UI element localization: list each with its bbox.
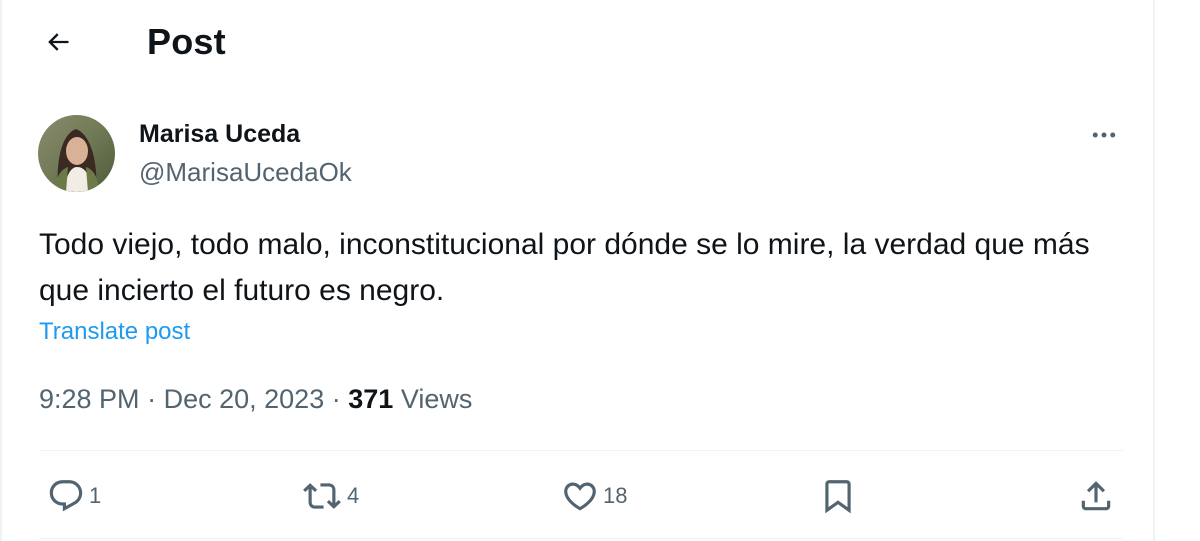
post-time[interactable]: 9:28 PM [39,384,140,414]
reply-icon [47,477,85,515]
more-options-button[interactable] [1082,118,1126,152]
repost-count: 4 [347,483,360,508]
meta-separator: · [147,384,157,414]
action-bar: 1 4 18 [39,468,1123,524]
like-button[interactable]: 18 [561,468,627,524]
author-name[interactable]: Marisa Uceda [139,118,300,150]
divider [39,538,1123,539]
reply-count: 1 [89,483,102,508]
repost-button[interactable]: 4 [301,468,359,524]
back-button[interactable] [36,22,80,62]
more-horizontal-icon [1089,120,1119,150]
bookmark-button[interactable] [819,468,857,524]
arrow-left-icon [44,28,72,56]
share-button[interactable] [1077,468,1115,524]
divider [39,450,1123,451]
avatar[interactable] [38,115,115,192]
page-header: Post [0,0,1150,86]
post-text: Todo viejo, todo malo, inconstitucional … [39,228,1090,307]
author-handle[interactable]: @MarisaUcedaOk [139,156,352,188]
heart-icon [561,477,599,515]
bookmark-icon [819,477,857,515]
like-count: 18 [603,483,628,508]
post-metadata: 9:28 PM · Dec 20, 2023 · 371 Views [39,381,472,417]
translate-post-link[interactable]: Translate post [39,316,190,348]
views-label: Views [400,384,473,414]
repost-icon [301,477,343,515]
column-right-border [1153,0,1155,541]
views-count: 371 [348,384,394,414]
reply-button[interactable]: 1 [47,468,101,524]
share-icon [1077,477,1115,515]
post-date[interactable]: Dec 20, 2023 [164,384,325,414]
page-title: Post [147,21,226,62]
meta-separator: · [331,384,341,414]
